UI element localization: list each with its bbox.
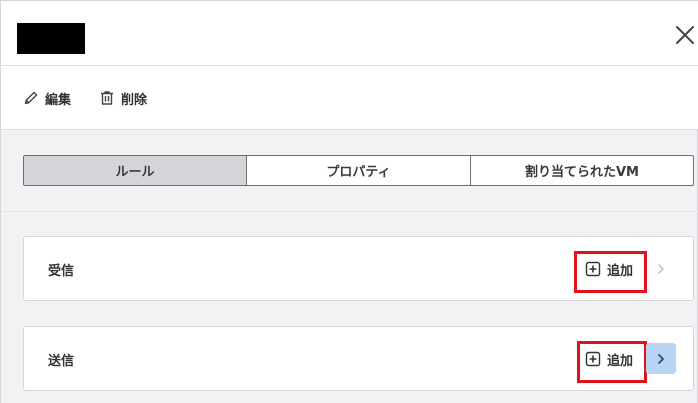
pencil-icon (24, 91, 38, 105)
tab-rules-label: ルール (115, 165, 155, 180)
tab-properties[interactable]: プロパティ (247, 156, 471, 185)
plus-square-icon (585, 351, 601, 367)
inbound-add-label: 追加 (607, 263, 634, 279)
section-divider (1, 211, 698, 212)
inbound-expand-button[interactable] (646, 253, 676, 284)
delete-label: 削除 (121, 92, 148, 108)
tab-bar: ルール プロパティ 割り当てられたVM (23, 155, 694, 186)
redacted-title (17, 23, 85, 54)
tab-properties-label: プロパティ (326, 165, 391, 180)
outbound-add-button[interactable]: 追加 (585, 345, 633, 373)
delete-button[interactable]: 削除 (99, 88, 147, 108)
tab-rules[interactable]: ルール (24, 156, 247, 185)
edit-button[interactable]: 編集 (23, 88, 71, 108)
inbound-title: 受信 (48, 264, 75, 279)
chevron-right-icon (658, 353, 664, 364)
trash-icon (101, 91, 113, 105)
tab-assigned-vms[interactable]: 割り当てられたVM (471, 156, 693, 185)
outbound-title: 送信 (48, 354, 75, 369)
detail-panel: 編集 削除 ルール プロパティ 割り当てられたVM 受信 追加 送信 追加 (0, 0, 698, 403)
panel-header (1, 0, 698, 66)
outbound-add-label: 追加 (607, 353, 634, 369)
chevron-right-icon (658, 263, 664, 274)
inbound-add-button[interactable]: 追加 (585, 255, 633, 283)
outbound-expand-button[interactable] (646, 343, 676, 374)
outbound-section: 送信 追加 (23, 326, 694, 391)
plus-square-icon (585, 261, 601, 277)
close-button[interactable] (673, 23, 697, 47)
tab-assigned-vms-label: 割り当てられたVM (525, 165, 639, 180)
toolbar: 編集 削除 (1, 66, 698, 130)
edit-label: 編集 (45, 92, 72, 108)
close-icon (676, 26, 694, 44)
inbound-section: 受信 追加 (23, 236, 694, 301)
